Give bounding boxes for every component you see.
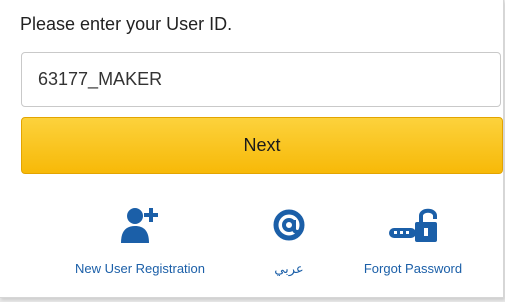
new-user-registration-link[interactable]: New User Registration <box>54 205 226 285</box>
forgot-password-label: Forgot Password <box>363 261 463 276</box>
next-button[interactable]: Next <box>21 117 503 174</box>
add-user-icon <box>121 208 158 243</box>
new-user-registration-label: New User Registration <box>74 261 206 276</box>
forgot-password-link[interactable]: Forgot Password <box>348 205 478 285</box>
user-id-prompt: Please enter your User ID. <box>20 14 233 34</box>
login-card: Please enter your User ID. Next New User… <box>0 0 504 298</box>
at-sign-icon <box>273 209 305 241</box>
arabic-language-link[interactable]: عربي <box>262 205 316 285</box>
arabic-language-label: عربي <box>274 261 304 276</box>
unlock-key-icon <box>389 208 437 242</box>
user-id-input[interactable] <box>21 52 501 107</box>
